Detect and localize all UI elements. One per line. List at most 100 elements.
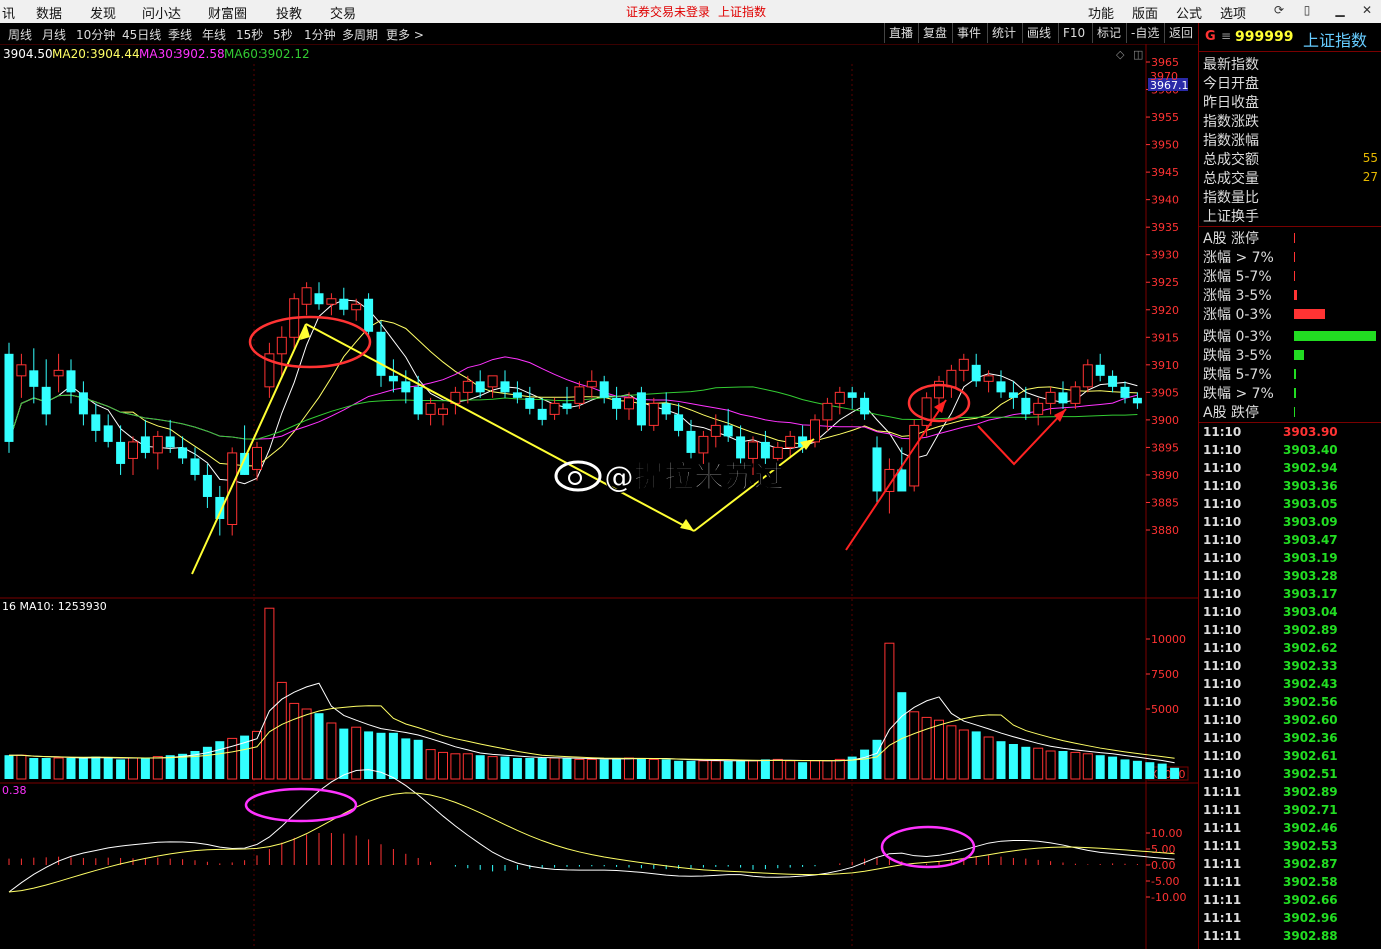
tick-time: 11:10 bbox=[1203, 713, 1242, 727]
volume-tick-label: 5000 bbox=[1151, 703, 1179, 716]
tick-time: 11:10 bbox=[1203, 695, 1242, 709]
breadth-label: 跌幅 3-5% bbox=[1203, 348, 1272, 364]
menu-item-layout[interactable]: 版面 bbox=[1132, 3, 1158, 22]
menu-item-wealth-circle[interactable]: 财富圈 bbox=[208, 3, 247, 22]
period-monthly[interactable]: 月线 bbox=[42, 26, 66, 43]
menu-icon[interactable]: ≡ bbox=[1221, 29, 1231, 43]
tick-row[interactable]: 11:10 3903.05 bbox=[1201, 497, 1379, 515]
tick-row[interactable]: 11:10 3903.47 bbox=[1201, 533, 1379, 551]
tick-time: 11:11 bbox=[1203, 803, 1242, 817]
volume-bar-up bbox=[946, 725, 957, 780]
tick-row[interactable]: 11:11 3902.96 bbox=[1201, 911, 1379, 929]
tick-price: 3903.09 bbox=[1283, 515, 1338, 529]
tick-row[interactable]: 11:10 3902.94 bbox=[1201, 461, 1379, 479]
tick-row[interactable]: 11:10 3903.36 bbox=[1201, 479, 1379, 497]
index-notice: 上证指数 bbox=[718, 5, 767, 19]
toolbar-events[interactable]: 事件 bbox=[952, 23, 985, 43]
tick-row[interactable]: 11:11 3902.88 bbox=[1201, 929, 1379, 947]
stat-label: 上证换手 bbox=[1203, 209, 1259, 225]
menu-item-education[interactable]: 投教 bbox=[276, 3, 302, 22]
tick-row[interactable]: 11:10 3902.89 bbox=[1201, 623, 1379, 641]
login-notice[interactable]: 证券交易未登录 bbox=[626, 3, 710, 20]
tick-row[interactable]: 11:10 3902.60 bbox=[1201, 713, 1379, 731]
period-year[interactable]: 年线 bbox=[202, 26, 226, 43]
period-weekly[interactable]: 周线 bbox=[8, 26, 32, 43]
tick-row[interactable]: 11:11 3902.46 bbox=[1201, 821, 1379, 839]
tick-row[interactable]: 11:11 3902.66 bbox=[1201, 893, 1379, 911]
macd-axis: 10.00 5.00 0.00 -5.00 -10.00 bbox=[1146, 827, 1186, 904]
tick-row[interactable]: 11:10 3903.40 bbox=[1201, 443, 1379, 461]
period-45day[interactable]: 45日线 bbox=[122, 26, 161, 43]
tick-row[interactable]: 11:11 3902.89 bbox=[1201, 785, 1379, 803]
period-multi[interactable]: 多周期 bbox=[342, 26, 378, 43]
tick-time: 11:10 bbox=[1203, 749, 1242, 763]
price-tick-label: 3940 bbox=[1151, 194, 1179, 207]
period-15s[interactable]: 15秒 bbox=[236, 26, 263, 43]
panel-toggle-icon[interactable]: ◫ bbox=[1133, 48, 1143, 61]
candle-body-up bbox=[462, 380, 473, 393]
tick-row[interactable]: 11:10 3903.04 bbox=[1201, 605, 1379, 623]
minimize-icon[interactable]: ▁ bbox=[1333, 3, 1347, 17]
chart-area[interactable]: 3904.50 MA20: 3904.44 MA30: 3902.58 MA60… bbox=[0, 44, 1198, 949]
tick-row[interactable]: 11:10 3903.09 bbox=[1201, 515, 1379, 533]
toolbar-draw[interactable]: 画线 bbox=[1022, 23, 1055, 43]
period-5s[interactable]: 5秒 bbox=[273, 26, 293, 43]
tick-time: 11:10 bbox=[1203, 587, 1242, 601]
volume-bar-up bbox=[710, 760, 721, 780]
tick-price: 3902.94 bbox=[1283, 461, 1338, 475]
menu-item-trade[interactable]: 交易 bbox=[330, 3, 356, 22]
price-tick-label: 3905 bbox=[1151, 386, 1179, 399]
toolbar-f10[interactable]: F10 bbox=[1058, 23, 1089, 43]
tick-row[interactable]: 11:11 3902.87 bbox=[1201, 857, 1379, 875]
breadth-bar bbox=[1294, 331, 1376, 341]
menu-item-options[interactable]: 选项 bbox=[1220, 3, 1246, 22]
price-tick-label: 3925 bbox=[1151, 276, 1179, 289]
tick-row[interactable]: 11:10 3902.51 bbox=[1201, 767, 1379, 785]
tick-row[interactable]: 11:10 3902.36 bbox=[1201, 731, 1379, 749]
toolbar-mark[interactable]: 标记 bbox=[1092, 23, 1125, 43]
candle-body-down bbox=[525, 397, 535, 409]
tick-row[interactable]: 11:10 3902.56 bbox=[1201, 695, 1379, 713]
breadth-bar bbox=[1294, 388, 1296, 398]
toolbar-stats[interactable]: 统计 bbox=[987, 23, 1020, 43]
tick-row[interactable]: 11:11 3902.58 bbox=[1201, 875, 1379, 893]
tick-row[interactable]: 11:10 3902.43 bbox=[1201, 677, 1379, 695]
menu-item-wenxiaoda[interactable]: 问小达 bbox=[142, 3, 181, 22]
tick-price: 3902.33 bbox=[1283, 659, 1338, 673]
volume-bar-down bbox=[674, 760, 684, 779]
tick-row[interactable]: 11:10 3902.61 bbox=[1201, 749, 1379, 767]
toolbar-watchlist[interactable]: -自选 bbox=[1126, 23, 1163, 43]
tick-row[interactable]: 11:10 3903.19 bbox=[1201, 551, 1379, 569]
volume-bar-down bbox=[140, 758, 150, 779]
menu-item-function[interactable]: 功能 bbox=[1088, 3, 1114, 22]
refresh-icon[interactable]: ⟳ bbox=[1272, 3, 1286, 17]
toolbar-review[interactable]: 复盘 bbox=[918, 23, 951, 43]
toolbar-back[interactable]: 返回 bbox=[1164, 23, 1197, 43]
tick-row[interactable]: 11:10 3903.90 bbox=[1201, 425, 1379, 443]
macd-tick-label: 0.00 bbox=[1151, 859, 1176, 872]
tick-row[interactable]: 11:10 3902.62 bbox=[1201, 641, 1379, 659]
period-1min[interactable]: 1分钟 bbox=[304, 26, 336, 43]
period-quarter[interactable]: 季线 bbox=[168, 26, 192, 43]
tick-row[interactable]: 11:11 3902.53 bbox=[1201, 839, 1379, 857]
candle-body-down bbox=[190, 458, 200, 475]
tick-row[interactable]: 11:10 3902.33 bbox=[1201, 659, 1379, 677]
candle-body-down bbox=[1058, 392, 1068, 404]
menu-item-discover[interactable]: 发现 bbox=[90, 3, 116, 22]
close-icon[interactable]: ✕ bbox=[1360, 3, 1374, 17]
toolbar-live[interactable]: 直播 bbox=[884, 23, 917, 43]
candle-body-up bbox=[983, 375, 994, 382]
candle-body-up bbox=[648, 402, 659, 426]
tick-row[interactable]: 11:10 3903.28 bbox=[1201, 569, 1379, 587]
menu-item-data[interactable]: 数据 bbox=[36, 3, 62, 22]
candle-body-down bbox=[1021, 397, 1031, 415]
tick-row[interactable]: 11:11 3902.71 bbox=[1201, 803, 1379, 821]
diamond-icon[interactable]: ◇ bbox=[1116, 48, 1125, 61]
period-more[interactable]: 更多 > bbox=[386, 26, 424, 43]
phone-icon[interactable]: ▯ bbox=[1300, 3, 1314, 17]
period-10min[interactable]: 10分钟 bbox=[76, 26, 115, 43]
tick-row[interactable]: 11:10 3903.17 bbox=[1201, 587, 1379, 605]
menu-item-fragment[interactable]: 讯 bbox=[2, 3, 15, 22]
menu-item-formula[interactable]: 公式 bbox=[1176, 3, 1202, 22]
breadth-bar bbox=[1294, 252, 1295, 262]
